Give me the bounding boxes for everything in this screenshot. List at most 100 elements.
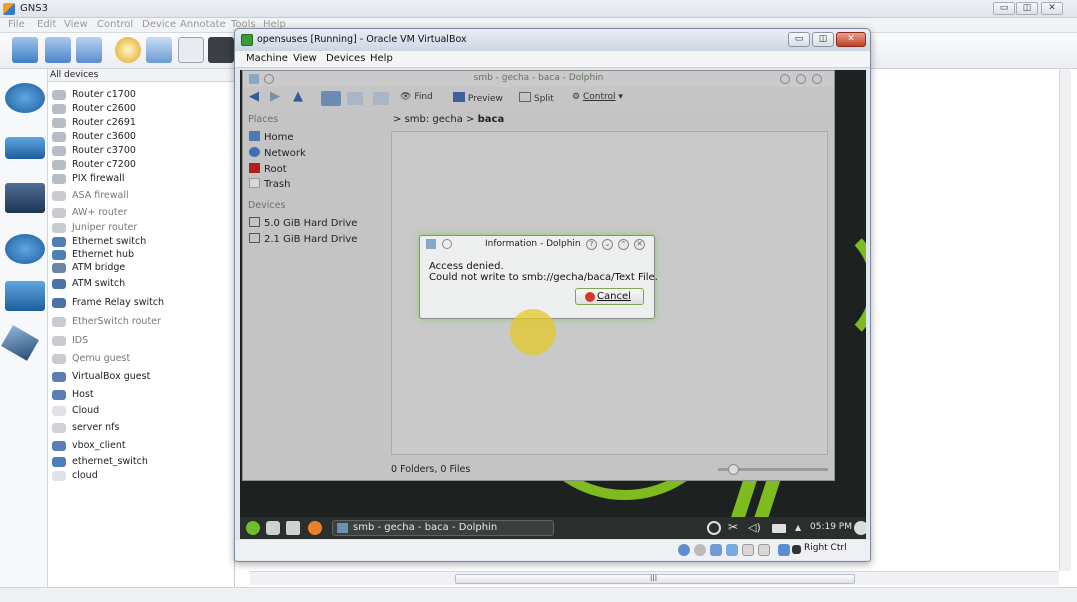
device-item[interactable]: Qemu guest <box>52 352 130 367</box>
place-root[interactable]: Root <box>249 163 287 177</box>
device-item[interactable]: IDS <box>52 334 88 349</box>
taskbar-task-dolphin[interactable]: smb - gecha - baca - Dolphin <box>332 520 554 536</box>
usb-icon[interactable] <box>710 544 722 556</box>
columns-view-icon[interactable] <box>373 92 389 105</box>
desktop-cashew-icon[interactable] <box>854 521 866 535</box>
vbox-minimize-button[interactable]: ▭ <box>788 32 810 47</box>
device-item[interactable]: Frame Relay switch <box>52 296 164 311</box>
forward-icon[interactable]: ▶ <box>270 89 280 104</box>
vm-clock[interactable]: 05:19 PM <box>810 522 852 532</box>
system-settings-icon[interactable] <box>266 521 280 535</box>
device-item[interactable]: PIX firewall <box>52 172 124 187</box>
breadcrumb[interactable]: > smb: gecha > baca <box>393 114 504 125</box>
place-trash[interactable]: Trash <box>249 178 290 192</box>
network-tray-icon[interactable]: ✂ <box>728 520 742 534</box>
volume-icon[interactable]: ◁) <box>748 521 762 535</box>
menu-machine[interactable]: Machine <box>246 53 288 64</box>
dialog-pin-icon[interactable] <box>442 239 452 249</box>
zoom-slider-knob[interactable] <box>728 464 739 475</box>
breadcrumb-current[interactable]: baca <box>478 114 505 125</box>
network-adapter-icon[interactable] <box>726 544 738 556</box>
place-network[interactable]: Network <box>249 147 306 161</box>
device-item[interactable]: cloud <box>52 469 98 484</box>
end-devices-category-icon[interactable] <box>5 183 45 213</box>
device-item[interactable]: server nfs <box>52 421 119 436</box>
mouse-integration-icon[interactable] <box>778 544 790 556</box>
details-view-icon[interactable] <box>347 92 363 105</box>
device-hard-drive-2[interactable]: 2.1 GiB Hard Drive <box>249 233 357 247</box>
start-menu-icon[interactable] <box>246 521 260 535</box>
menu-devices[interactable]: Devices <box>326 53 365 64</box>
shared-folders-icon[interactable] <box>742 544 754 556</box>
security-devices-category-icon[interactable] <box>5 234 45 264</box>
vm-guest-screen[interactable]: smb - gecha - baca - Dolphin ◀ ▶ ▲ 👁 Fin… <box>240 70 866 539</box>
menu-file[interactable]: File <box>8 19 25 30</box>
device-item[interactable]: Router c3700 <box>52 144 136 159</box>
menu-device[interactable]: Device <box>142 19 176 30</box>
save-project-icon[interactable] <box>76 37 102 63</box>
new-project-icon[interactable] <box>12 37 38 63</box>
icons-view-icon[interactable] <box>321 91 341 106</box>
close-button[interactable]: ✕ <box>1041 2 1063 15</box>
file-manager-icon[interactable] <box>286 521 300 535</box>
device-hard-drive-1[interactable]: 5.0 GiB Hard Drive <box>249 217 357 231</box>
device-item[interactable]: ATM switch <box>52 277 125 292</box>
menu-view[interactable]: View <box>64 19 88 30</box>
battery-icon[interactable] <box>772 524 786 533</box>
device-item[interactable]: vbox_client <box>52 439 126 454</box>
device-item[interactable]: Host <box>52 388 94 403</box>
console-icon[interactable] <box>208 37 234 63</box>
device-item[interactable]: ASA firewall <box>52 189 129 204</box>
menu-edit[interactable]: Edit <box>37 19 56 30</box>
tray-expand-icon[interactable]: ▲ <box>795 523 809 537</box>
split-button[interactable]: Split <box>519 92 554 104</box>
menu-vm-view[interactable]: View <box>293 53 317 64</box>
show-interface-labels-icon[interactable] <box>178 37 204 63</box>
breadcrumb-path[interactable]: > smb: gecha > <box>393 114 474 125</box>
preferences-icon[interactable] <box>146 37 172 63</box>
menu-vm-help[interactable]: Help <box>370 53 393 64</box>
back-icon[interactable]: ◀ <box>249 89 259 104</box>
dolphin-maximize-icon[interactable] <box>796 74 806 84</box>
horizontal-scrollbar[interactable]: III <box>250 571 1059 585</box>
all-devices-category-icon[interactable] <box>5 281 45 311</box>
device-item[interactable]: Router c1700 <box>52 88 136 103</box>
preview-button[interactable]: Preview <box>453 92 503 104</box>
device-item[interactable]: ethernet_switch <box>52 455 148 470</box>
dialog-minimize-icon[interactable]: ⌄ <box>602 239 613 250</box>
zoom-slider[interactable] <box>718 464 828 475</box>
menu-annotate[interactable]: Annotate <box>180 19 226 30</box>
device-item[interactable]: Router c7200 <box>52 158 136 173</box>
device-item[interactable]: Juniper router <box>52 221 137 236</box>
display-icon[interactable] <box>758 544 770 556</box>
device-item[interactable]: Cloud <box>52 404 99 419</box>
device-item[interactable]: Router c2600 <box>52 102 136 117</box>
minimize-button[interactable]: ▭ <box>993 2 1015 15</box>
maximize-button[interactable]: ◫ <box>1016 2 1038 15</box>
help-icon[interactable]: ? <box>586 239 597 250</box>
vbox-maximize-button[interactable]: ◫ <box>812 32 834 47</box>
device-item[interactable]: VirtualBox guest <box>52 370 150 385</box>
device-item[interactable]: AW+ router <box>52 206 127 221</box>
dialog-close-icon[interactable]: ✕ <box>634 239 645 250</box>
device-item[interactable]: Router c3600 <box>52 130 136 145</box>
vbox-close-button[interactable]: ✕ <box>836 32 866 47</box>
open-project-icon[interactable] <box>45 37 71 63</box>
optical-drive-icon[interactable] <box>694 544 706 556</box>
snapshot-clock-icon[interactable] <box>115 37 141 63</box>
add-link-icon[interactable] <box>1 325 39 361</box>
horizontal-scroll-thumb[interactable]: III <box>455 574 855 584</box>
vertical-scrollbar[interactable] <box>1059 69 1071 571</box>
dolphin-minimize-icon[interactable] <box>780 74 790 84</box>
switches-category-icon[interactable] <box>5 137 45 159</box>
control-button[interactable]: ⚙ Control ▾ <box>572 92 623 102</box>
up-icon[interactable]: ▲ <box>293 89 303 104</box>
routers-category-icon[interactable] <box>5 83 45 113</box>
firefox-icon[interactable] <box>308 521 322 535</box>
hard-disk-activity-icon[interactable] <box>678 544 690 556</box>
device-item[interactable]: EtherSwitch router <box>52 315 161 330</box>
cancel-button[interactable]: Cancel <box>575 288 644 305</box>
device-item[interactable]: Router c2691 <box>52 116 136 131</box>
device-item[interactable]: ATM bridge <box>52 261 125 276</box>
menu-control[interactable]: Control <box>97 19 133 30</box>
